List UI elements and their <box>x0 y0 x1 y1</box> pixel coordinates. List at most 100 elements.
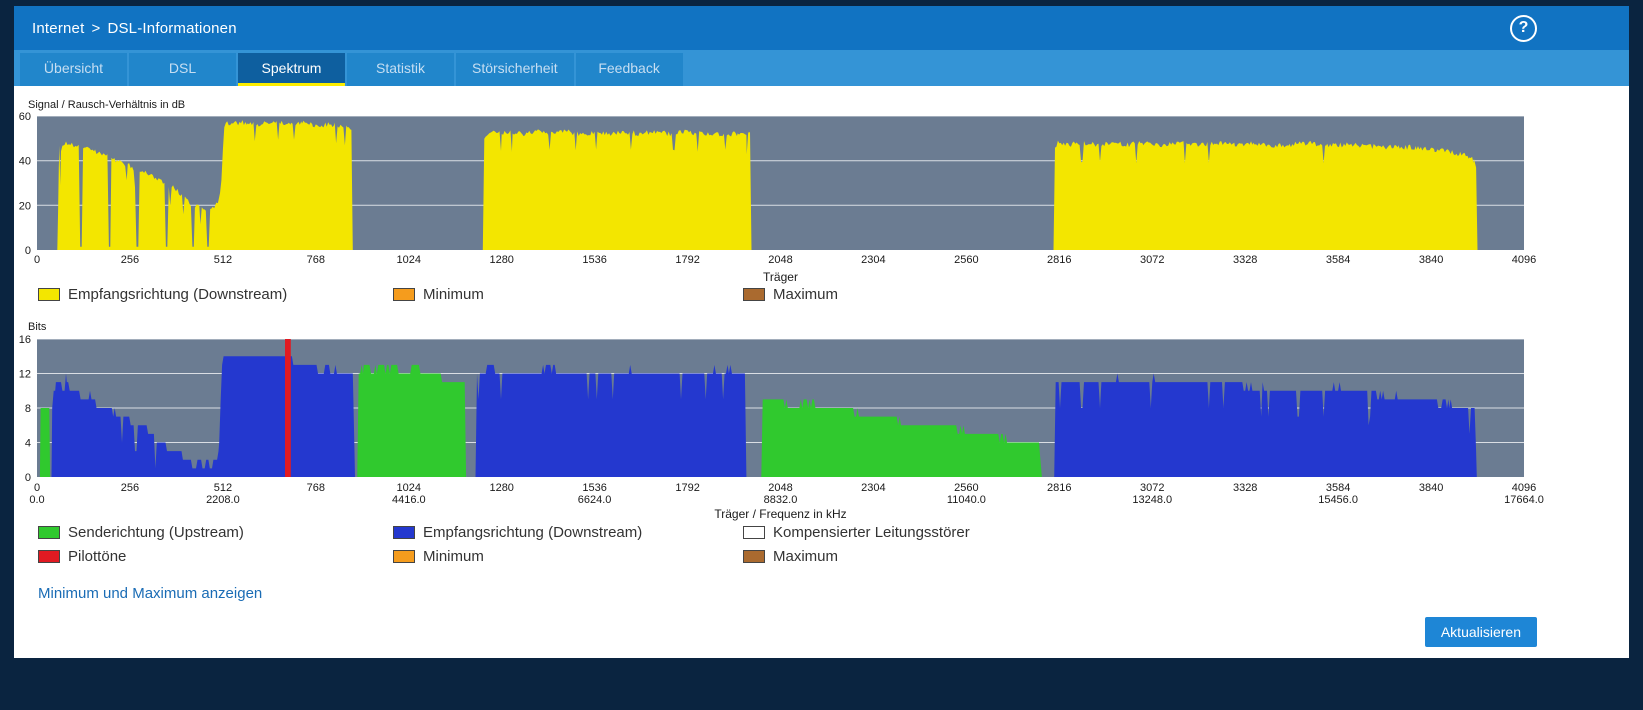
help-button[interactable]: ? <box>1510 14 1537 42</box>
legend-label: Maximum <box>773 286 839 303</box>
svg-text:40: 40 <box>19 156 31 168</box>
legend-item-pilottoene: Pilottöne <box>38 548 393 565</box>
svg-text:4096: 4096 <box>1512 482 1536 494</box>
snr-spectrum-chart: 0 20 40 60 0 256 512 768 1024 1280 1536 1792 2048 230… <box>19 112 1536 284</box>
svg-text:1024: 1024 <box>397 482 421 494</box>
svg-text:11040.0: 11040.0 <box>947 494 986 506</box>
app-window: Internet > DSL-Informationen ? Übersicht D… <box>14 6 1629 658</box>
breadcrumb-section-internet[interactable]: Internet <box>32 20 84 37</box>
pilot-tones-color-swatch <box>38 550 60 563</box>
main-content: Signal / Rausch-Verhältnis in dB 0 20 40 60… <box>14 86 1629 658</box>
svg-text:4: 4 <box>25 438 31 450</box>
svg-text:0: 0 <box>25 245 31 257</box>
legend-label: Empfangsrichtung (Downstream) <box>68 286 288 303</box>
svg-text:1280: 1280 <box>489 254 513 266</box>
tab-dsl[interactable]: DSL <box>129 53 236 86</box>
svg-text:20: 20 <box>19 200 31 212</box>
svg-text:2304: 2304 <box>861 254 885 266</box>
header: Internet > DSL-Informationen ? <box>14 6 1629 50</box>
svg-text:0: 0 <box>34 254 40 266</box>
svg-text:0: 0 <box>34 482 40 494</box>
svg-text:768: 768 <box>307 254 325 266</box>
legend-item-downstream: Empfangsrichtung (Downstream) <box>38 286 393 303</box>
svg-text:2048: 2048 <box>768 254 792 266</box>
legend-item-maximum: Maximum <box>743 286 838 303</box>
svg-text:2048: 2048 <box>768 482 792 494</box>
upstream-color-swatch <box>38 526 60 539</box>
svg-text:8: 8 <box>25 403 31 415</box>
legend-label: Minimum <box>423 286 484 303</box>
tab-stoersicherheit[interactable]: Störsicherheit <box>456 53 574 86</box>
svg-text:2816: 2816 <box>1047 254 1071 266</box>
svg-text:3584: 3584 <box>1326 482 1350 494</box>
svg-text:Träger: Träger <box>763 270 798 284</box>
svg-text:2208.0: 2208.0 <box>206 494 240 506</box>
bits-chart-title: Bits <box>28 321 47 333</box>
legend-item-minimum: Minimum <box>393 548 743 565</box>
snr-legend: Empfangsrichtung (Downstream) Minimum Ma… <box>38 286 1629 303</box>
bits-spectrum-chart: 0 4 8 12 16 0 256 512 768 1024 1280 1536 1792 2048 230… <box>19 334 1544 521</box>
downstream-color-swatch <box>38 288 60 301</box>
tab-feedback[interactable]: Feedback <box>575 53 683 86</box>
breadcrumb: Internet > DSL-Informationen <box>32 20 237 37</box>
svg-text:60: 60 <box>19 112 31 123</box>
svg-text:512: 512 <box>214 254 232 266</box>
legend-item-minimum: Minimum <box>393 286 743 303</box>
tab-statistik[interactable]: Statistik <box>347 53 454 86</box>
svg-text:1024: 1024 <box>397 254 421 266</box>
svg-text:3328: 3328 <box>1233 254 1257 266</box>
svg-text:3840: 3840 <box>1419 254 1443 266</box>
svg-text:768: 768 <box>307 482 325 494</box>
legend-item-maximum: Maximum <box>743 548 838 565</box>
downstream-color-swatch <box>393 526 415 539</box>
legend-item-upstream: Senderichtung (Upstream) <box>38 524 393 541</box>
question-mark-icon: ? <box>1518 19 1529 36</box>
page-title: DSL-Informationen <box>107 19 237 37</box>
tab-bar: Übersicht DSL Spektrum Statistik Störsic… <box>14 50 1629 86</box>
svg-text:13248.0: 13248.0 <box>1132 494 1172 506</box>
breadcrumb-separator: > <box>91 19 101 37</box>
maximum-color-swatch <box>743 288 765 301</box>
svg-text:4096: 4096 <box>1512 254 1536 266</box>
svg-text:4416.0: 4416.0 <box>392 494 426 506</box>
svg-text:2560: 2560 <box>954 482 978 494</box>
svg-text:6624.0: 6624.0 <box>578 494 612 506</box>
legend-label: Senderichtung (Upstream) <box>68 524 244 541</box>
legend-label: Minimum <box>423 548 484 565</box>
refresh-button[interactable]: Aktualisieren <box>1424 617 1537 647</box>
legend-label: Kompensierter Leitungsstörer <box>773 524 970 541</box>
svg-text:8832.0: 8832.0 <box>764 494 798 506</box>
button-row: Aktualisieren <box>14 617 1537 647</box>
tab-spektrum[interactable]: Spektrum <box>238 53 345 86</box>
svg-text:256: 256 <box>121 254 139 266</box>
legend-item-kompensierter-leitungsstoerer: Kompensierter Leitungsstörer <box>743 524 970 541</box>
bits-legend-row1: Senderichtung (Upstream) Empfangsrichtun… <box>38 524 1629 541</box>
maximum-color-swatch <box>743 550 765 563</box>
svg-text:1536: 1536 <box>582 482 606 494</box>
minimum-color-swatch <box>393 550 415 563</box>
svg-text:256: 256 <box>121 482 139 494</box>
svg-text:16: 16 <box>19 334 31 346</box>
svg-text:3328: 3328 <box>1233 482 1257 494</box>
legend-label: Pilottöne <box>68 548 127 565</box>
svg-text:2304: 2304 <box>861 482 885 494</box>
svg-text:3840: 3840 <box>1419 482 1443 494</box>
tab-uebersicht[interactable]: Übersicht <box>20 53 127 86</box>
svg-text:17664.0: 17664.0 <box>1504 494 1544 506</box>
svg-text:512: 512 <box>214 482 232 494</box>
svg-text:1536: 1536 <box>582 254 606 266</box>
svg-text:3072: 3072 <box>1140 482 1164 494</box>
snr-chart-title: Signal / Rausch-Verhältnis in dB <box>28 99 186 111</box>
svg-text:12: 12 <box>19 369 31 381</box>
svg-text:0.0: 0.0 <box>29 494 44 506</box>
svg-text:Träger / Frequenz in kHz: Träger / Frequenz in kHz <box>714 507 846 521</box>
show-min-max-link[interactable]: Minimum und Maximum anzeigen <box>38 585 262 602</box>
legend-label: Maximum <box>773 548 839 565</box>
legend-item-downstream: Empfangsrichtung (Downstream) <box>393 524 743 541</box>
minimum-color-swatch <box>393 288 415 301</box>
compensated-disturber-color-swatch <box>743 526 765 539</box>
svg-text:3072: 3072 <box>1140 254 1164 266</box>
svg-text:0: 0 <box>25 472 31 484</box>
bits-legend-row2: Pilottöne Minimum Maximum <box>38 548 1629 565</box>
svg-text:2560: 2560 <box>954 254 978 266</box>
